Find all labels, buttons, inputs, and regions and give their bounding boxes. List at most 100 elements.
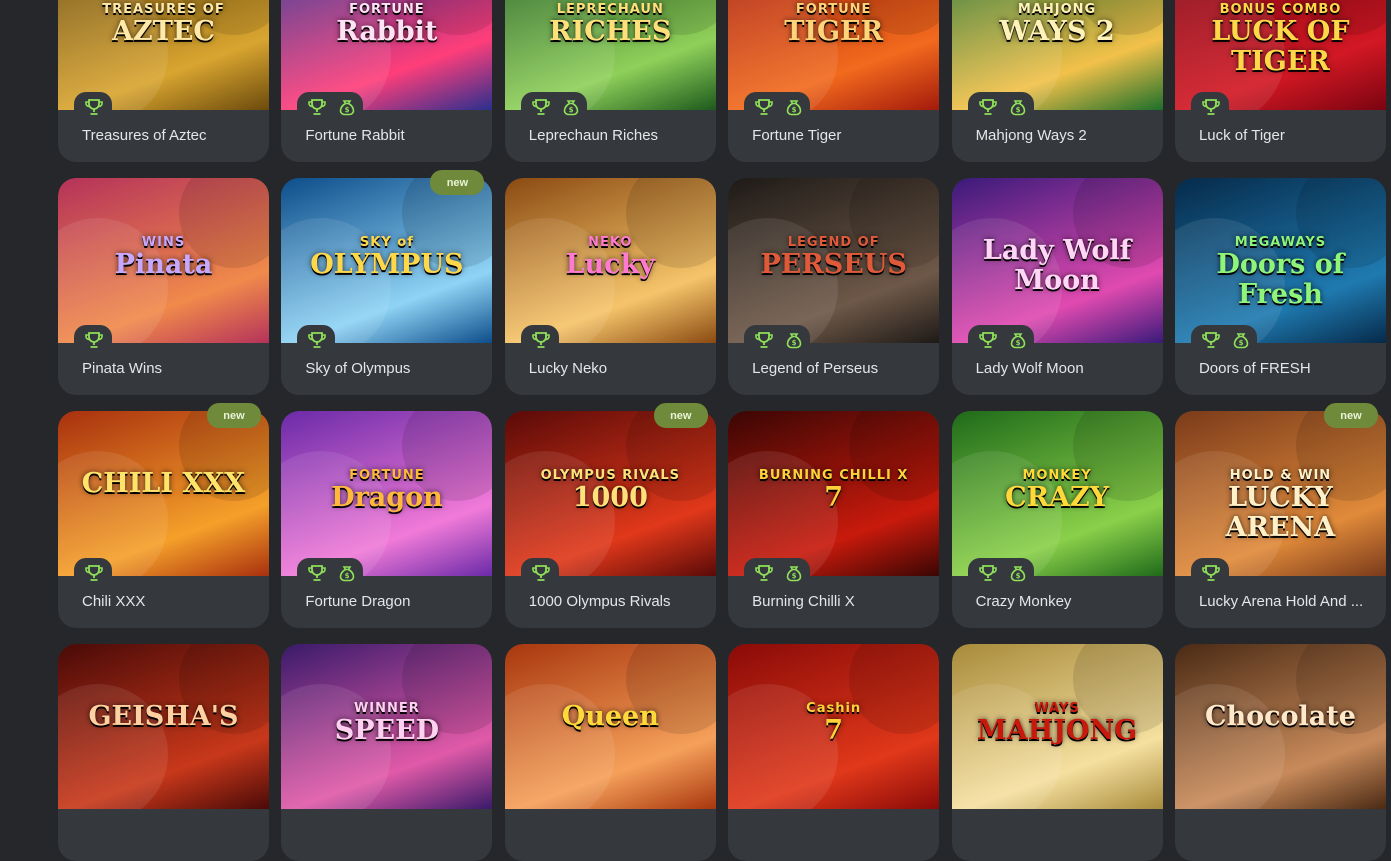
- game-card[interactable]: GEISHA'S: [58, 644, 269, 861]
- game-title: Chili XXX: [82, 593, 146, 610]
- game-logo-subtitle: OLYMPUS RIVALS: [540, 468, 680, 483]
- feature-icons: [520, 325, 559, 355]
- game-thumbnail[interactable]: SKY of OLYMPUS: [281, 178, 493, 343]
- game-logo-title: LUCK OF TIGER: [1211, 16, 1350, 77]
- game-thumbnail[interactable]: Cashin 7: [728, 644, 940, 809]
- game-title: Luck of Tiger: [1198, 127, 1285, 144]
- game-thumbnail[interactable]: Queen: [504, 644, 716, 809]
- game-card[interactable]: LEPRECHAUN RICHES $ Leprechaun Riches: [504, 0, 716, 162]
- game-card[interactable]: MAHJONG WAYS 2 $ Mahjong Ways 2: [951, 0, 1163, 162]
- feature-icons: $: [967, 325, 1034, 355]
- game-logo-title: PERSEUS: [760, 249, 907, 280]
- game-card[interactable]: HOLD & WIN LUCKY ARENA Lucky Arena Hold An…: [1174, 403, 1386, 628]
- game-title: Fortune Dragon: [305, 593, 411, 610]
- game-title: Treasures of Aztec: [82, 127, 207, 144]
- new-badge: new: [653, 403, 708, 428]
- feature-icons: [1190, 92, 1229, 122]
- game-thumbnail[interactable]: HOLD & WIN LUCKY ARENA: [1174, 411, 1386, 576]
- feature-icons: [520, 558, 559, 588]
- game-card[interactable]: Cashin 7: [728, 644, 940, 861]
- game-thumbnail[interactable]: MONKEY CRAZY: [951, 411, 1163, 576]
- money-bag-icon: $: [563, 98, 579, 116]
- game-thumbnail[interactable]: LEGEND OF PERSEUS: [728, 178, 940, 343]
- game-card[interactable]: SKY of OLYMPUS Sky of Olympus new: [281, 170, 493, 395]
- game-logo-art: WINS Pinata: [58, 236, 269, 280]
- game-card[interactable]: WINNER SPEED: [281, 644, 493, 861]
- games-grid: TREASURES OF AZTEC Treasures of Aztec FORTU…: [58, 0, 1386, 861]
- money-bag-icon: $: [339, 564, 355, 582]
- game-card[interactable]: TREASURES OF AZTEC Treasures of Aztec: [58, 0, 269, 162]
- game-card[interactable]: FORTUNE Dragon $ Fortune Dragon: [281, 411, 493, 628]
- trophy-icon: [1201, 564, 1221, 582]
- game-card[interactable]: BURNING CHILLI X 7 $ Burning Chilli X: [728, 411, 940, 628]
- money-bag-icon: $: [1233, 331, 1249, 349]
- trophy-icon: [307, 98, 327, 116]
- game-logo-art: LEPRECHAUN RICHES: [505, 3, 716, 47]
- game-thumbnail[interactable]: NEKO Lucky: [504, 178, 716, 343]
- game-thumbnail[interactable]: Lady Wolf Moon: [951, 178, 1163, 343]
- game-card[interactable]: Chocolate: [1174, 644, 1386, 861]
- game-logo-title: AZTEC: [112, 16, 215, 47]
- game-logo-title: Chocolate: [1204, 701, 1356, 732]
- feature-icons: $: [297, 92, 364, 122]
- game-logo-title: Queen: [561, 701, 659, 732]
- game-card[interactable]: CHILI XXX Chili XXX new: [58, 403, 269, 628]
- game-logo-subtitle: MONKEY: [1022, 468, 1092, 483]
- trophy-icon: [1201, 98, 1221, 116]
- svg-text:$: $: [792, 106, 797, 114]
- svg-text:$: $: [345, 106, 350, 114]
- game-logo-art: OLYMPUS RIVALS 1000: [505, 469, 716, 513]
- game-card[interactable]: MEGAWAYS Doors of Fresh $ Doors of FRESH: [1174, 178, 1386, 395]
- new-badge: new: [207, 403, 261, 428]
- game-card[interactable]: NEKO Lucky Lucky Neko: [504, 178, 716, 395]
- money-bag-icon: $: [786, 98, 802, 116]
- trophy-icon: [754, 564, 774, 582]
- game-logo-title: Lucky: [565, 249, 655, 280]
- game-card[interactable]: FORTUNE TIGER $ Fortune Tiger: [728, 0, 940, 162]
- game-logo-title: OLYMPUS: [310, 249, 464, 280]
- game-thumbnail[interactable]: OLYMPUS RIVALS 1000: [504, 411, 716, 576]
- game-logo-title: CHILI XXX: [81, 468, 246, 499]
- game-logo-art: NEKO Lucky: [505, 236, 716, 280]
- game-card[interactable]: LEGEND OF PERSEUS $ Legend of Perseus: [728, 178, 940, 395]
- feature-icons: $: [967, 92, 1034, 122]
- game-thumbnail[interactable]: WAYS MAHJONG: [951, 644, 1163, 809]
- game-logo-subtitle: TREASURES OF: [102, 2, 225, 17]
- game-title: Doors of FRESH: [1198, 360, 1311, 377]
- game-card[interactable]: Queen: [504, 644, 716, 861]
- game-logo-art: FORTUNE Dragon: [281, 469, 492, 513]
- game-logo-subtitle: LEGEND OF: [787, 235, 880, 250]
- game-logo-art: TREASURES OF AZTEC: [58, 3, 269, 47]
- trophy-icon: [531, 564, 551, 582]
- game-thumbnail[interactable]: CHILI XXX: [58, 411, 269, 576]
- game-thumbnail[interactable]: FORTUNE Dragon: [281, 411, 493, 576]
- game-card[interactable]: FORTUNE Rabbit $ Fortune Rabbit: [281, 0, 493, 162]
- game-card[interactable]: OLYMPUS RIVALS 1000 1000 Olympus Rivals new: [504, 403, 716, 628]
- game-thumbnail[interactable]: WINS Pinata: [58, 178, 269, 343]
- game-logo-art: HOLD & WIN LUCKY ARENA: [1175, 469, 1386, 543]
- money-bag-icon: $: [1010, 564, 1026, 582]
- game-card[interactable]: WAYS MAHJONG: [951, 644, 1163, 861]
- game-thumbnail[interactable]: GEISHA'S: [58, 644, 269, 809]
- game-thumbnail[interactable]: WINNER SPEED: [281, 644, 493, 809]
- game-card[interactable]: WINS Pinata Pinata Wins: [58, 178, 269, 395]
- svg-text:$: $: [792, 339, 797, 347]
- game-thumbnail[interactable]: BURNING CHILLI X7: [728, 411, 940, 576]
- game-card[interactable]: MONKEY CRAZY $ Crazy Monkey: [951, 411, 1163, 628]
- game-logo-subtitle: WINNER: [353, 701, 420, 716]
- game-card[interactable]: Lady Wolf Moon $ Lady Wolf Moon: [951, 178, 1163, 395]
- game-logo-art: FORTUNE Rabbit: [281, 3, 492, 47]
- game-logo-art: MAHJONG WAYS 2: [952, 3, 1163, 47]
- game-thumbnail[interactable]: Chocolate: [1174, 644, 1386, 809]
- trophy-icon: [84, 564, 104, 582]
- game-title: 1000 Olympus Rivals: [528, 593, 671, 610]
- feature-icons: [1190, 558, 1229, 588]
- game-logo-title: RICHES: [549, 16, 672, 47]
- feature-icons: $: [744, 558, 811, 588]
- game-thumbnail[interactable]: MEGAWAYS Doors of Fresh: [1174, 178, 1386, 343]
- game-logo-title: Doors of Fresh: [1216, 249, 1345, 310]
- game-title: Crazy Monkey: [975, 593, 1072, 610]
- game-card[interactable]: BONUS COMBO LUCK OF TIGER Luck of Tiger: [1174, 0, 1386, 162]
- game-title: Mahjong Ways 2: [975, 127, 1087, 144]
- trophy-icon: [307, 564, 327, 582]
